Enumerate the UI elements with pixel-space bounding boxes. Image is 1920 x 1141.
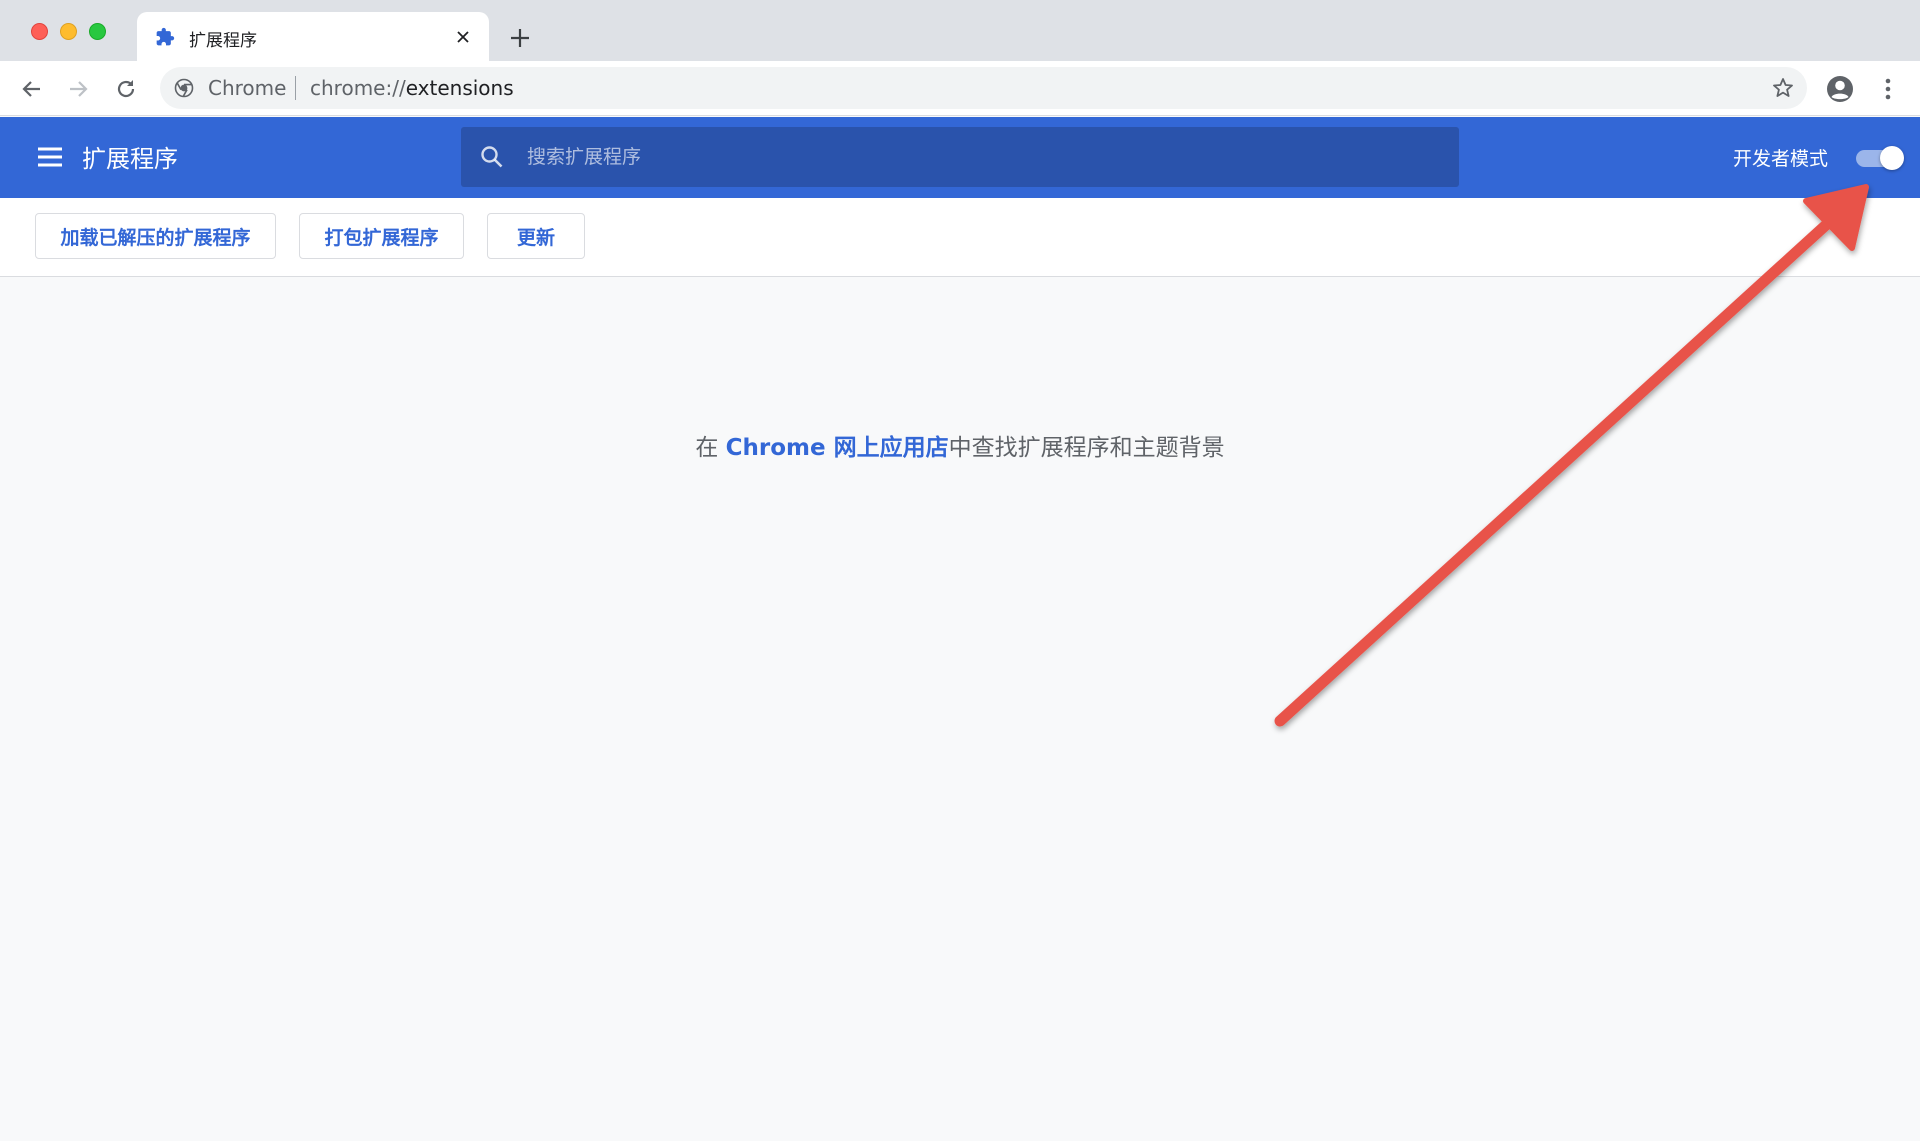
chrome-logo-icon: [174, 78, 194, 98]
arrow-left-icon: [22, 81, 40, 97]
back-button[interactable]: [16, 73, 48, 105]
zoom-window-button[interactable]: [89, 23, 106, 40]
developer-mode-toggle[interactable]: [1856, 146, 1904, 170]
url-text[interactable]: chrome://extensions: [310, 76, 514, 100]
new-tab-button[interactable]: [506, 24, 534, 52]
page-title: 扩展程序: [82, 145, 178, 173]
message-prefix: 在: [695, 435, 726, 461]
update-button[interactable]: 更新: [487, 213, 585, 259]
developer-action-bar: 加载已解压的扩展程序 打包扩展程序 更新: [0, 198, 1920, 277]
search-box[interactable]: [461, 127, 1459, 187]
url-path: extensions: [405, 76, 514, 100]
tab-close-button[interactable]: [451, 25, 475, 49]
reload-button[interactable]: [110, 73, 142, 105]
close-icon: [457, 31, 469, 43]
forward-button[interactable]: [62, 73, 94, 105]
tab-title: 扩展程序: [189, 31, 257, 51]
hamburger-menu-icon[interactable]: [34, 141, 66, 173]
address-bar[interactable]: Chrome chrome://extensions: [160, 67, 1807, 109]
puzzle-icon: [156, 27, 175, 46]
message-suffix: 中查找扩展程序和主题背景: [948, 435, 1225, 461]
tab-strip: 扩展程序: [0, 0, 1920, 61]
tab-extensions[interactable]: 扩展程序: [137, 12, 489, 61]
chrome-web-store-link[interactable]: Chrome 网上应用店: [726, 435, 949, 461]
bookmark-star-icon[interactable]: [1771, 76, 1795, 100]
url-scheme: chrome://: [310, 76, 406, 100]
browser-window: 扩展程序 Chrome chrome://extensions 扩展程序 搜索扩…: [0, 0, 1920, 1141]
profile-avatar-icon[interactable]: [1824, 73, 1856, 105]
empty-state-message: 在 Chrome 网上应用店中查找扩展程序和主题背景: [0, 428, 1920, 462]
reload-icon: [117, 80, 135, 98]
site-label: Chrome: [208, 76, 287, 100]
browser-toolbar: Chrome chrome://extensions: [0, 61, 1920, 116]
load-unpacked-button[interactable]: 加载已解压的扩展程序: [35, 213, 276, 259]
developer-mode-label: 开发者模式: [1733, 148, 1829, 170]
more-vertical-icon[interactable]: [1872, 73, 1904, 105]
search-input[interactable]: [527, 127, 1427, 187]
extensions-header: 扩展程序 开发者模式: [0, 117, 1920, 198]
toggle-knob: [1880, 146, 1904, 170]
pack-extension-button[interactable]: 打包扩展程序: [299, 213, 464, 259]
arrow-right-icon: [70, 81, 88, 97]
omnibox-divider: [295, 76, 296, 100]
close-window-button[interactable]: [31, 23, 48, 40]
plus-icon: [511, 29, 529, 47]
minimize-window-button[interactable]: [60, 23, 77, 40]
search-icon: [481, 146, 503, 168]
